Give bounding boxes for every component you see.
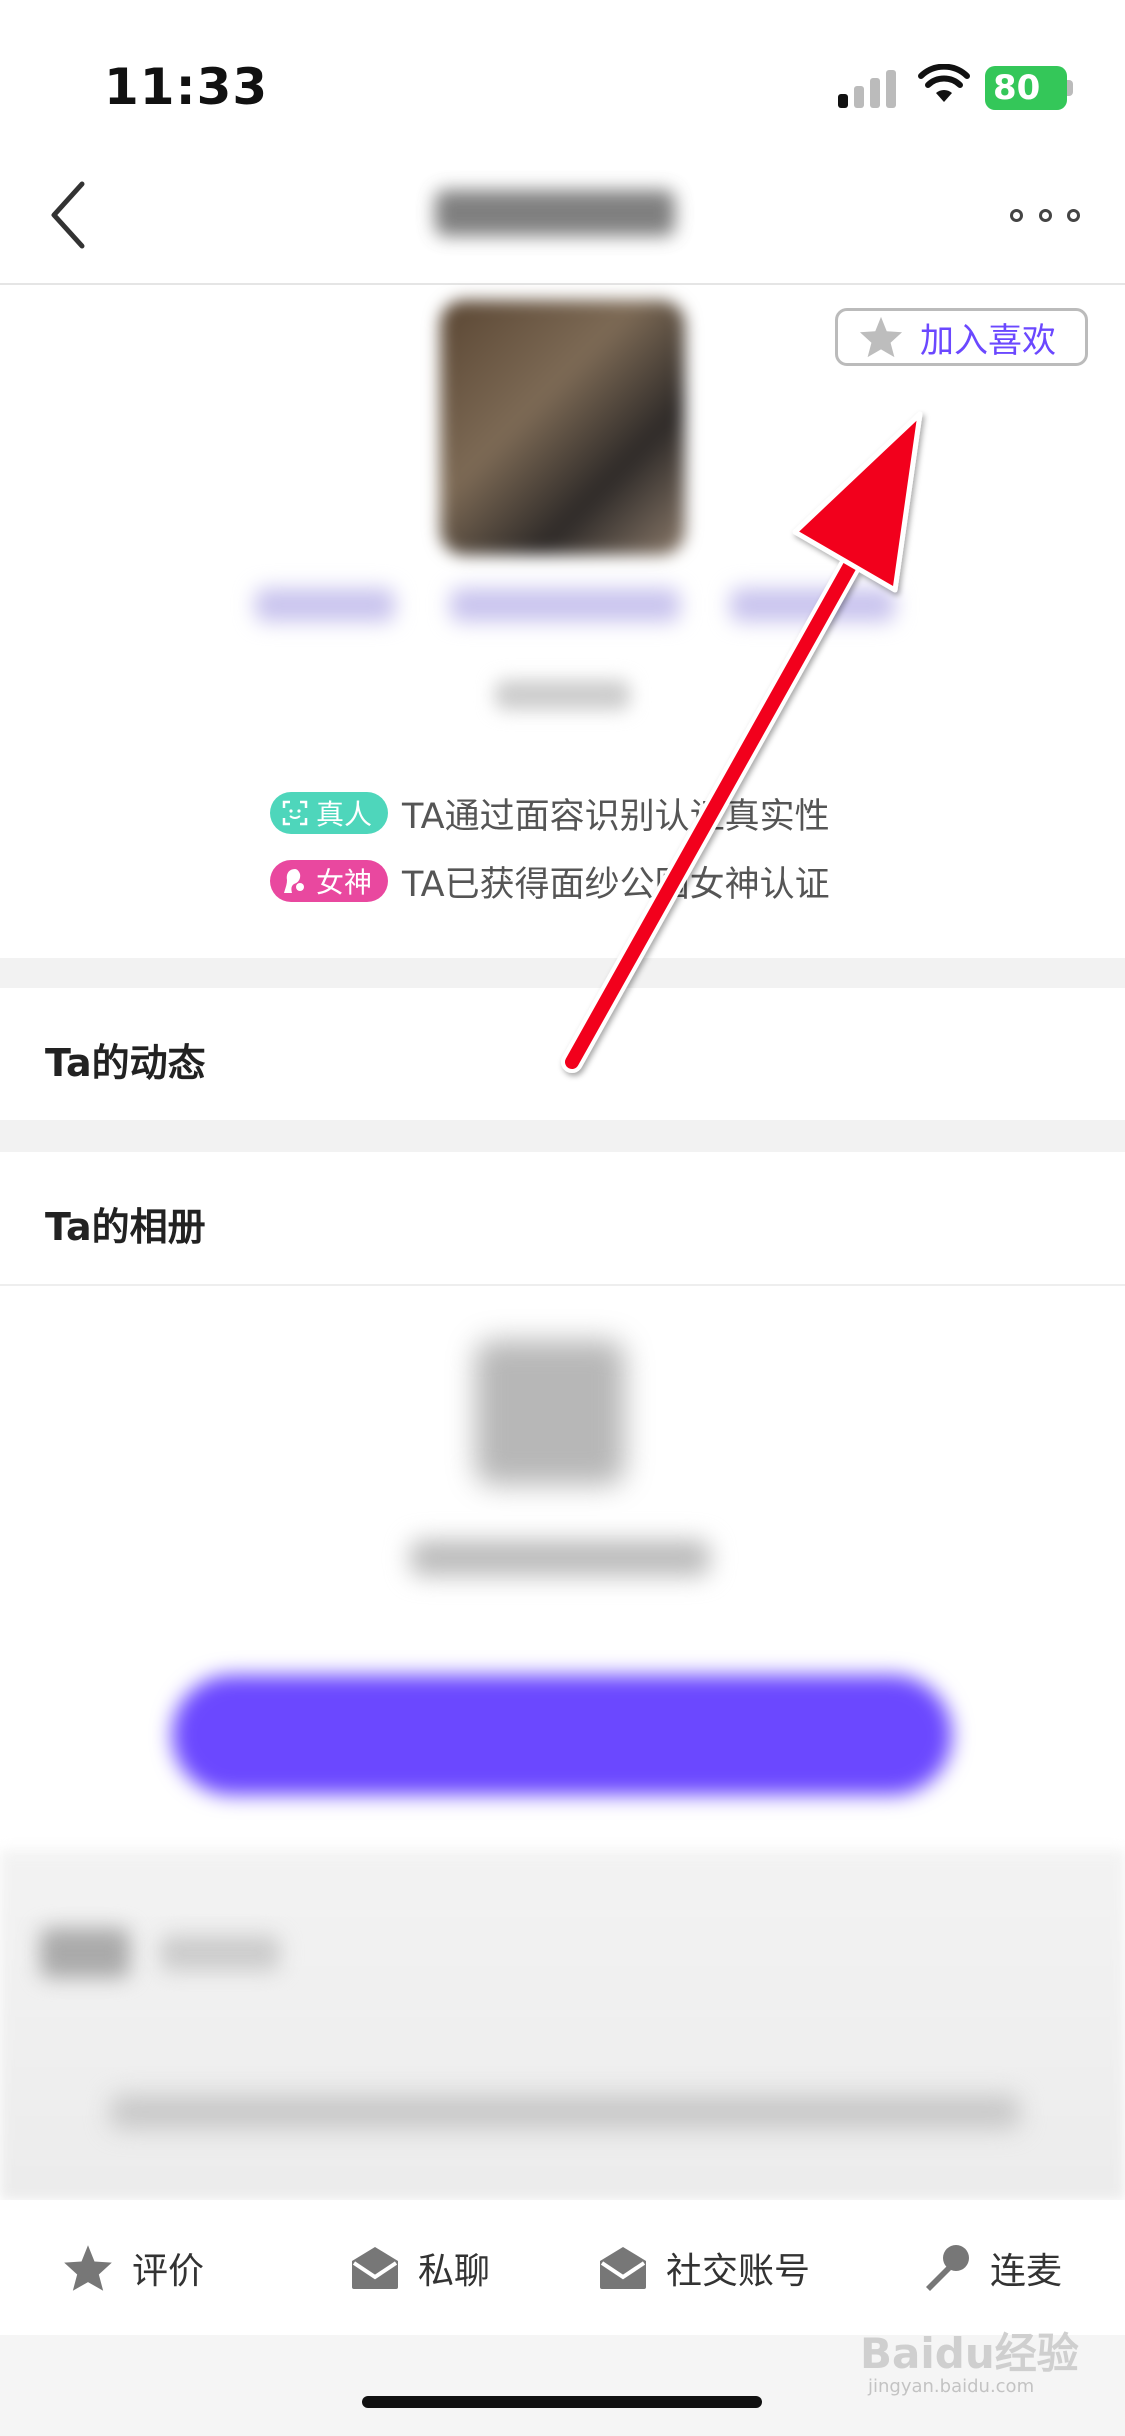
add-favorite-button[interactable]: 加入喜欢 [835, 308, 1088, 366]
profile-info-blurred [255, 588, 395, 622]
battery-indicator: 80 [985, 66, 1067, 110]
blurred-chip [40, 1928, 130, 1978]
verification-row-real: 真人 TA通过面容识别认证真实性 [270, 783, 830, 843]
profile-info-blurred [495, 680, 630, 710]
baidu-watermark: Baidu经验 [860, 2329, 1079, 2378]
battery-level: 80 [993, 68, 1041, 108]
private-chat-tab[interactable]: 私聊 [350, 2200, 490, 2335]
profile-info-blurred [730, 588, 895, 622]
badge-label: 真人 [316, 798, 373, 831]
moments-section-title[interactable]: Ta的动态 [45, 1032, 206, 1087]
blurred-content-area [0, 1850, 1125, 2200]
tab-label: 社交账号 [666, 2250, 811, 2292]
verification-text: TA通过面容识别认证真实性 [402, 796, 830, 837]
star-icon [859, 316, 903, 358]
battery-tip [1067, 80, 1073, 96]
tab-label: 连麦 [990, 2250, 1063, 2292]
profile-info-blurred [450, 588, 680, 622]
star-icon [62, 2243, 114, 2293]
social-account-tab[interactable]: 社交账号 [598, 2200, 810, 2335]
section-gap [0, 1120, 1125, 1152]
nav-title-blurred [435, 190, 675, 236]
rate-tab[interactable]: 评价 [62, 2200, 204, 2335]
tab-label: 私聊 [418, 2250, 491, 2292]
section-gap [0, 958, 1125, 988]
more-dot [1067, 208, 1080, 222]
blurred-notice [110, 2095, 1020, 2129]
home-indicator[interactable] [362, 2396, 762, 2408]
tab-label: 评价 [132, 2250, 205, 2292]
face-scan-icon [282, 800, 308, 826]
chevron-left-icon [51, 181, 85, 249]
goddess-badge: 女神 [270, 860, 389, 902]
cellular-signal-icon [838, 70, 896, 108]
goddess-icon [282, 867, 308, 895]
bottom-action-bar: 评价 私聊 社交账号 连麦 [0, 2200, 1125, 2335]
add-favorite-label: 加入喜欢 [920, 320, 1056, 361]
microphone-icon [920, 2242, 972, 2294]
baidu-watermark-url: jingyan.baidu.com [868, 2376, 1035, 2397]
blurred-chip [160, 1935, 280, 1971]
primary-action-button-blurred[interactable] [172, 1675, 952, 1795]
voice-connect-tab[interactable]: 连麦 [920, 2200, 1062, 2335]
verification-row-goddess: 女神 TA已获得面纱公园女神认证 [270, 851, 830, 911]
album-empty-icon [475, 1340, 625, 1485]
more-button[interactable] [1010, 195, 1080, 235]
status-bar: 11:33 80 [0, 0, 1125, 150]
badge-label: 女神 [316, 866, 373, 899]
nav-divider [0, 283, 1125, 285]
wifi-icon [918, 64, 970, 102]
more-dot [1010, 208, 1023, 222]
mail-icon [598, 2245, 648, 2291]
album-section-title[interactable]: Ta的相册 [45, 1196, 206, 1251]
mail-icon [350, 2245, 400, 2291]
real-person-badge: 真人 [270, 792, 389, 834]
more-dot [1038, 208, 1052, 222]
album-divider [0, 1284, 1125, 1286]
avatar[interactable] [440, 300, 685, 555]
status-time: 11:33 [104, 58, 269, 116]
verification-text: TA已获得面纱公园女神认证 [402, 864, 830, 905]
back-button[interactable] [38, 170, 98, 260]
album-empty-text-blurred [410, 1540, 710, 1576]
